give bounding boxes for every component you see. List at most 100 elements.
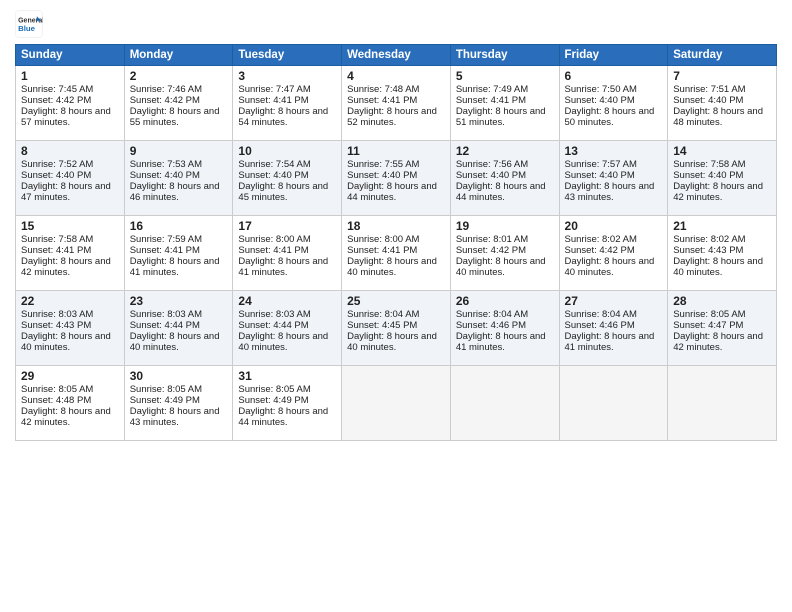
day-number: 30 <box>130 369 228 383</box>
col-header-friday: Friday <box>559 45 668 66</box>
day-cell: 20 Sunrise: 8:02 AM Sunset: 4:42 PM Dayl… <box>559 216 668 291</box>
sunrise-label: Sunrise: 7:50 AM <box>565 84 637 95</box>
sunset-label: Sunset: 4:40 PM <box>565 95 635 106</box>
daylight-label: Daylight: 8 hours and 57 minutes. <box>21 106 111 128</box>
day-number: 18 <box>347 219 445 233</box>
day-cell: 12 Sunrise: 7:56 AM Sunset: 4:40 PM Dayl… <box>450 141 559 216</box>
day-cell: 8 Sunrise: 7:52 AM Sunset: 4:40 PM Dayli… <box>16 141 125 216</box>
sunset-label: Sunset: 4:46 PM <box>456 320 526 331</box>
sunset-label: Sunset: 4:41 PM <box>238 95 308 106</box>
day-number: 19 <box>456 219 554 233</box>
sunset-label: Sunset: 4:47 PM <box>673 320 743 331</box>
day-cell <box>559 366 668 441</box>
day-cell: 4 Sunrise: 7:48 AM Sunset: 4:41 PM Dayli… <box>342 66 451 141</box>
sunset-label: Sunset: 4:40 PM <box>673 95 743 106</box>
sunrise-label: Sunrise: 7:53 AM <box>130 159 202 170</box>
day-number: 12 <box>456 144 554 158</box>
sunrise-label: Sunrise: 7:49 AM <box>456 84 528 95</box>
sunset-label: Sunset: 4:40 PM <box>347 170 417 181</box>
day-number: 25 <box>347 294 445 308</box>
day-cell: 17 Sunrise: 8:00 AM Sunset: 4:41 PM Dayl… <box>233 216 342 291</box>
sunset-label: Sunset: 4:49 PM <box>130 395 200 406</box>
sunset-label: Sunset: 4:41 PM <box>238 245 308 256</box>
daylight-label: Daylight: 8 hours and 50 minutes. <box>565 106 655 128</box>
day-cell <box>668 366 777 441</box>
day-cell: 28 Sunrise: 8:05 AM Sunset: 4:47 PM Dayl… <box>668 291 777 366</box>
sunrise-label: Sunrise: 8:02 AM <box>565 234 637 245</box>
sunrise-label: Sunrise: 8:05 AM <box>673 309 745 320</box>
day-cell: 18 Sunrise: 8:00 AM Sunset: 4:41 PM Dayl… <box>342 216 451 291</box>
sunrise-label: Sunrise: 7:54 AM <box>238 159 310 170</box>
day-cell: 7 Sunrise: 7:51 AM Sunset: 4:40 PM Dayli… <box>668 66 777 141</box>
header-row: SundayMondayTuesdayWednesdayThursdayFrid… <box>16 45 777 66</box>
day-cell: 14 Sunrise: 7:58 AM Sunset: 4:40 PM Dayl… <box>668 141 777 216</box>
sunrise-label: Sunrise: 8:03 AM <box>130 309 202 320</box>
sunset-label: Sunset: 4:41 PM <box>456 95 526 106</box>
sunrise-label: Sunrise: 7:46 AM <box>130 84 202 95</box>
day-number: 5 <box>456 69 554 83</box>
daylight-label: Daylight: 8 hours and 41 minutes. <box>238 256 328 278</box>
sunrise-label: Sunrise: 8:03 AM <box>238 309 310 320</box>
daylight-label: Daylight: 8 hours and 44 minutes. <box>347 181 437 203</box>
daylight-label: Daylight: 8 hours and 40 minutes. <box>130 331 220 353</box>
col-header-wednesday: Wednesday <box>342 45 451 66</box>
day-number: 11 <box>347 144 445 158</box>
sunrise-label: Sunrise: 8:02 AM <box>673 234 745 245</box>
sunset-label: Sunset: 4:42 PM <box>130 95 200 106</box>
day-cell: 5 Sunrise: 7:49 AM Sunset: 4:41 PM Dayli… <box>450 66 559 141</box>
daylight-label: Daylight: 8 hours and 42 minutes. <box>21 406 111 428</box>
sunrise-label: Sunrise: 7:51 AM <box>673 84 745 95</box>
sunset-label: Sunset: 4:42 PM <box>21 95 91 106</box>
day-number: 17 <box>238 219 336 233</box>
day-number: 1 <box>21 69 119 83</box>
day-number: 31 <box>238 369 336 383</box>
day-cell: 22 Sunrise: 8:03 AM Sunset: 4:43 PM Dayl… <box>16 291 125 366</box>
sunrise-label: Sunrise: 8:05 AM <box>238 384 310 395</box>
daylight-label: Daylight: 8 hours and 44 minutes. <box>456 181 546 203</box>
day-cell: 15 Sunrise: 7:58 AM Sunset: 4:41 PM Dayl… <box>16 216 125 291</box>
sunrise-label: Sunrise: 7:58 AM <box>673 159 745 170</box>
sunrise-label: Sunrise: 7:48 AM <box>347 84 419 95</box>
daylight-label: Daylight: 8 hours and 44 minutes. <box>238 406 328 428</box>
day-cell: 10 Sunrise: 7:54 AM Sunset: 4:40 PM Dayl… <box>233 141 342 216</box>
day-cell: 3 Sunrise: 7:47 AM Sunset: 4:41 PM Dayli… <box>233 66 342 141</box>
day-cell: 21 Sunrise: 8:02 AM Sunset: 4:43 PM Dayl… <box>668 216 777 291</box>
daylight-label: Daylight: 8 hours and 43 minutes. <box>130 406 220 428</box>
daylight-label: Daylight: 8 hours and 40 minutes. <box>347 256 437 278</box>
daylight-label: Daylight: 8 hours and 48 minutes. <box>673 106 763 128</box>
day-number: 24 <box>238 294 336 308</box>
sunset-label: Sunset: 4:44 PM <box>238 320 308 331</box>
day-number: 29 <box>21 369 119 383</box>
daylight-label: Daylight: 8 hours and 42 minutes. <box>673 181 763 203</box>
day-cell: 19 Sunrise: 8:01 AM Sunset: 4:42 PM Dayl… <box>450 216 559 291</box>
daylight-label: Daylight: 8 hours and 42 minutes. <box>21 256 111 278</box>
sunrise-label: Sunrise: 8:01 AM <box>456 234 528 245</box>
day-number: 2 <box>130 69 228 83</box>
sunset-label: Sunset: 4:41 PM <box>347 95 417 106</box>
sunrise-label: Sunrise: 7:45 AM <box>21 84 93 95</box>
sunrise-label: Sunrise: 8:00 AM <box>347 234 419 245</box>
day-number: 7 <box>673 69 771 83</box>
sunset-label: Sunset: 4:45 PM <box>347 320 417 331</box>
sunrise-label: Sunrise: 7:55 AM <box>347 159 419 170</box>
day-number: 23 <box>130 294 228 308</box>
sunrise-label: Sunrise: 7:47 AM <box>238 84 310 95</box>
sunrise-label: Sunrise: 8:03 AM <box>21 309 93 320</box>
sunset-label: Sunset: 4:40 PM <box>130 170 200 181</box>
logo: General Blue <box>15 10 45 38</box>
logo-icon: General Blue <box>15 10 43 38</box>
sunset-label: Sunset: 4:41 PM <box>130 245 200 256</box>
day-cell <box>450 366 559 441</box>
col-header-tuesday: Tuesday <box>233 45 342 66</box>
sunrise-label: Sunrise: 7:57 AM <box>565 159 637 170</box>
day-cell: 27 Sunrise: 8:04 AM Sunset: 4:46 PM Dayl… <box>559 291 668 366</box>
sunset-label: Sunset: 4:40 PM <box>673 170 743 181</box>
day-number: 20 <box>565 219 663 233</box>
sunrise-label: Sunrise: 7:59 AM <box>130 234 202 245</box>
week-row-4: 22 Sunrise: 8:03 AM Sunset: 4:43 PM Dayl… <box>16 291 777 366</box>
day-cell: 16 Sunrise: 7:59 AM Sunset: 4:41 PM Dayl… <box>124 216 233 291</box>
daylight-label: Daylight: 8 hours and 40 minutes. <box>565 256 655 278</box>
header: General Blue <box>15 10 777 38</box>
svg-text:Blue: Blue <box>18 24 36 33</box>
sunset-label: Sunset: 4:41 PM <box>347 245 417 256</box>
